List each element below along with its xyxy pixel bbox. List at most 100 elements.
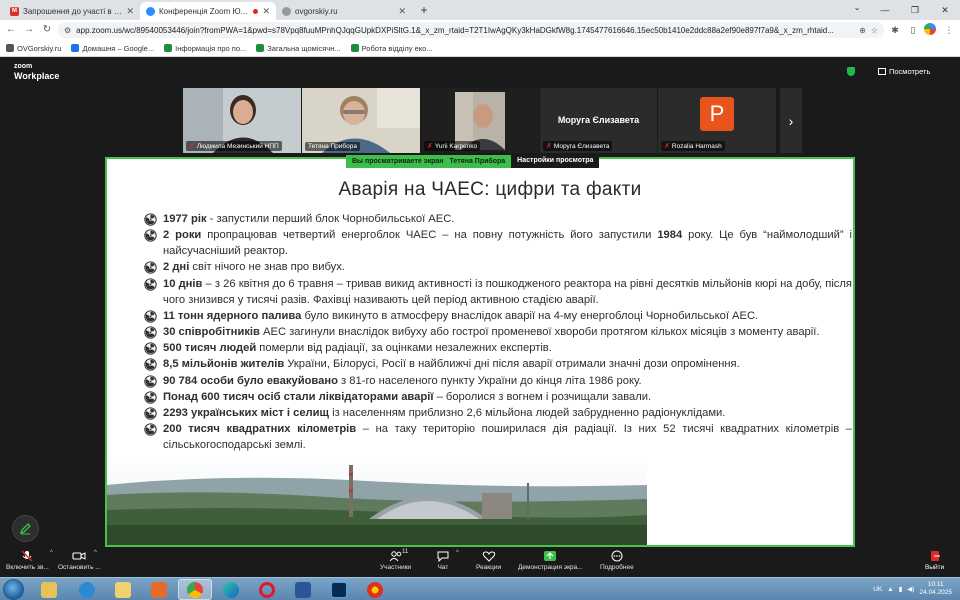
fact-item: 8,5 мільйонів жителів України, Білорусі,… [144,356,852,372]
leave-button[interactable]: Выйти [925,550,944,571]
taskbar-yandex[interactable] [358,579,392,600]
zoom-page-icon[interactable]: ⊕ [859,26,866,35]
browser-tab-strip: M Запрошення до участі в онлайн ✕ Конфер… [0,0,960,20]
taskbar-photoshop[interactable] [322,579,356,600]
fact-highlight: 2293 українських міст і селищ [163,406,329,419]
chat-options-caret-icon[interactable]: ^ [456,550,459,556]
radiation-icon [144,261,157,275]
audio-options-caret-icon[interactable]: ^ [50,550,53,556]
annotate-pencil-button[interactable] [12,515,39,542]
fact-item: 90 784 особи було евакуйовано з 81-го на… [144,373,852,389]
windows-start-icon[interactable] [3,579,24,600]
participant-tile[interactable]: ✗ Yurii Karpenko [421,88,539,153]
menu-dots-icon[interactable]: ⋮ [942,23,956,37]
extensions-icon[interactable]: ✱ [888,23,902,37]
system-tray: UK ▲ ▮ ◀) 10:11 24.04.2025 [873,581,952,597]
close-window-icon[interactable]: ✕ [930,0,960,20]
share-screen-icon [544,551,557,561]
bookmark-eco[interactable]: Робота відділу еко... [350,44,433,53]
fact-highlight: 2 роки [163,229,202,242]
audio-button[interactable]: Включить зв... ^ [6,550,53,571]
close-tab-icon[interactable]: ✕ [262,6,270,17]
taskbar-explorer[interactable] [32,579,66,600]
site-info-icon[interactable]: ⚙ [64,26,71,35]
participant-name-label: ✗ Людмила Мезинський НПП [186,141,282,151]
participant-tile[interactable]: P ✗ Rozalia Harmash [658,88,776,153]
radiation-icon [144,391,157,404]
taskbar-opera[interactable] [250,579,284,600]
new-tab-button[interactable]: + [416,3,432,19]
tab-search-icon[interactable]: ⌄ [850,3,864,17]
fact-text: із населенням приблизно 2,6 мільйона люд… [328,406,726,419]
recording-dot-icon [253,8,259,14]
volume-icon[interactable]: ◀) [907,585,914,593]
view-button[interactable]: Посмотреть [878,67,930,76]
participant-tile[interactable]: Тетяна Прибора [302,88,420,153]
more-button[interactable]: Подробнее [600,550,634,571]
bookmark-info[interactable]: Інформація про по... [164,44,246,53]
url-input[interactable]: ⚙ app.zoom.us/wc/89540053446/join?fromPW… [58,22,884,38]
taskbar-folder[interactable] [106,579,140,600]
logo-top: zoom [14,63,33,70]
fact-item: 2293 українських міст і селищ із населен… [144,405,852,421]
forward-icon[interactable]: → [22,23,36,37]
chat-button[interactable]: Чат ^ [436,550,459,571]
bookmark-ovgorskiy[interactable]: OVGorskiy.ru [6,44,61,53]
taskbar-ie[interactable] [70,579,104,600]
browser-tab-ovgorskiy[interactable]: ovgorskiy.ru ✕ [276,2,412,20]
close-tab-icon[interactable]: ✕ [398,6,406,17]
radiation-icon [144,358,157,372]
bookmark-monthly[interactable]: Загальна щомісячн... [256,44,341,53]
taskbar-chrome[interactable] [178,579,212,600]
fact-text: померли від радіації, за оцінками незале… [256,342,552,355]
participant-tile[interactable]: Моруга Єлизавета ✗ Моруга Єлизавета [540,88,657,153]
tab-title: ovgorskiy.ru [295,6,338,16]
next-participants-chevron-icon[interactable]: › [780,88,802,153]
language-indicator[interactable]: UK [873,586,882,593]
system-clock[interactable]: 10:11 24.04.2025 [919,581,952,597]
opera-icon [259,581,275,598]
leave-icon [930,551,940,561]
taskbar-word[interactable] [286,579,320,600]
word-icon [295,581,311,598]
bookmark-label: OVGorskiy.ru [17,43,62,53]
reactions-label: Реакции [476,564,502,571]
browser-tab-zoom[interactable]: Конференція Zoom Юлія А. ✕ [140,2,276,20]
bookmark-google-home[interactable]: Домашня – Google... [71,44,154,53]
browser-tab-gmail[interactable]: M Запрошення до участі в онлайн ✕ [4,2,140,20]
close-tab-icon[interactable]: ✕ [126,6,134,17]
tray-arrow-icon[interactable]: ▲ [887,586,893,593]
shared-slide: Аварія на ЧАЕС: цифри та факти 1977 рік … [105,157,855,547]
reload-icon[interactable]: ↻ [40,23,54,37]
radiation-icon [144,342,157,355]
profile-avatar[interactable] [924,23,938,37]
back-icon[interactable]: ← [4,23,18,37]
chrome-icon [187,581,203,598]
video-button[interactable]: Остановить ... ^ [58,550,101,571]
fact-text: світ нічого не знав про вибух. [189,261,345,274]
sheets-icon [256,44,265,52]
reactions-button[interactable]: Реакции [476,550,501,571]
leave-label: Выйти [925,564,945,571]
minimize-icon[interactable]: — [870,0,900,20]
maximize-icon[interactable]: ❐ [900,0,930,20]
facts-list: 1977 рік - запустили перший блок Чорноби… [144,211,852,453]
participant-tile[interactable]: ✗ Людмила Мезинський НПП [183,88,301,153]
video-options-caret-icon[interactable]: ^ [94,550,97,556]
network-icon[interactable]: ▮ [899,585,903,593]
security-shield-icon[interactable] [847,67,855,76]
bookmark-star-icon[interactable]: ☆ [871,26,878,35]
radiation-icon [144,213,157,226]
window-controls: — ❐ ✕ [870,0,960,20]
view-layout-icon [878,68,886,75]
chat-bubble-icon [437,551,449,562]
side-panel-icon[interactable]: ▯ [906,23,920,37]
share-screen-button[interactable]: Демонстрация экра... [518,550,583,571]
sheets-icon [350,44,359,52]
slide-title: Аварія на ЧАЕС: цифри та факти [338,179,642,200]
taskbar-media[interactable] [142,579,176,600]
taskbar-edge[interactable] [214,579,248,600]
view-settings-button[interactable]: Настройки просмотра [511,155,600,168]
participants-button[interactable]: Участники 11 [380,549,411,571]
fact-item: Понад 600 тисяч осіб стали ліквідаторами… [144,389,852,405]
